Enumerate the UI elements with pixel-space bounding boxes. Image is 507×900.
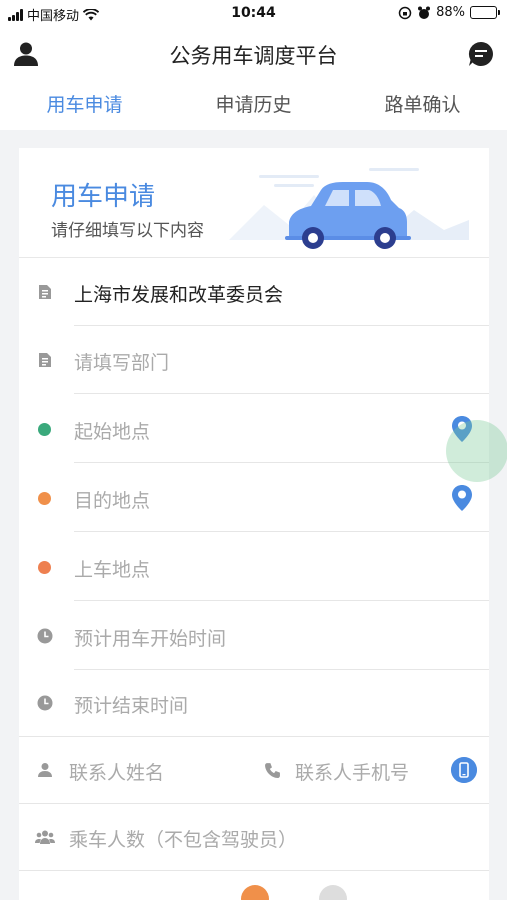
destination-dot-icon xyxy=(38,492,51,505)
battery-percent: 88% xyxy=(436,5,465,20)
start-location-placeholder: 起始地点 xyxy=(74,421,151,443)
banner-subtitle: 请仔细填写以下内容 xyxy=(51,221,204,241)
organization-value: 上海市发展和改革委员会 xyxy=(74,284,284,306)
app-header: 公务用车调度平台 xyxy=(0,28,507,80)
form-card: 用车申请 请仔细填写以下内容 上海市发展和改革委员会 请填写部门 起始地点 目的… xyxy=(19,148,489,900)
tab-route-confirm[interactable]: 路单确认 xyxy=(338,80,507,130)
department-field[interactable]: 请填写部门 xyxy=(19,326,489,394)
contact-row: 联系人姓名 联系人手机号 xyxy=(19,736,489,804)
divider xyxy=(74,531,489,532)
start-time-field[interactable]: 预计用车开始时间 xyxy=(19,602,489,670)
department-placeholder: 请填写部门 xyxy=(74,352,170,374)
alarm-icon xyxy=(418,6,431,19)
tab-history[interactable]: 申请历史 xyxy=(169,80,338,130)
status-bar: 中国移动 10:44 88% xyxy=(0,0,507,28)
clock-icon xyxy=(37,628,53,644)
form-banner: 用车申请 请仔细填写以下内容 xyxy=(19,148,489,258)
document-icon xyxy=(39,353,51,367)
chat-icon[interactable] xyxy=(467,40,495,68)
passengers-placeholder: 乘车人数（不包含驾驶员） xyxy=(69,829,298,851)
person-icon xyxy=(38,763,52,777)
page-title: 公务用车调度平台 xyxy=(169,44,338,68)
pickup-location-field[interactable]: 上车地点 xyxy=(19,533,489,601)
organization-row[interactable]: 上海市发展和改革委员会 xyxy=(19,258,489,326)
pickup-dot-icon xyxy=(38,561,51,574)
start-time-placeholder: 预计用车开始时间 xyxy=(74,628,227,650)
rotation-lock-icon xyxy=(398,6,412,19)
clock-icon xyxy=(37,695,53,711)
mobile-icon[interactable] xyxy=(451,757,477,783)
passengers-field[interactable]: 乘车人数（不包含驾驶员） xyxy=(19,803,489,871)
phone-icon xyxy=(265,763,280,778)
contact-phone-field[interactable]: 联系人手机号 xyxy=(295,758,409,785)
divider xyxy=(74,393,489,394)
tab-apply[interactable]: 用车申请 xyxy=(0,80,169,130)
contact-name-field[interactable]: 联系人姓名 xyxy=(69,758,164,785)
destination-placeholder: 目的地点 xyxy=(74,490,151,512)
start-dot-icon xyxy=(38,423,51,436)
radio-selected[interactable] xyxy=(241,885,269,900)
destination-field[interactable]: 目的地点 xyxy=(19,464,489,532)
status-right: 88% xyxy=(398,5,500,20)
radio-unselected[interactable] xyxy=(319,885,347,900)
banner-title: 用车申请 xyxy=(51,182,156,212)
divider xyxy=(74,462,489,463)
location-pin-icon[interactable] xyxy=(451,484,473,512)
battery-icon xyxy=(470,6,500,19)
pickup-placeholder: 上车地点 xyxy=(74,559,151,581)
start-location-field[interactable]: 起始地点 xyxy=(19,395,489,463)
document-icon xyxy=(39,285,51,299)
divider xyxy=(74,600,489,601)
touch-ripple xyxy=(446,420,507,482)
group-icon xyxy=(35,830,55,844)
tab-bar: 用车申请 申请历史 路单确认 xyxy=(0,80,507,130)
end-time-field[interactable]: 预计结束时间 xyxy=(19,669,489,737)
end-time-placeholder: 预计结束时间 xyxy=(74,695,189,717)
option-row-partial xyxy=(19,871,489,900)
car-illustration xyxy=(229,168,469,249)
